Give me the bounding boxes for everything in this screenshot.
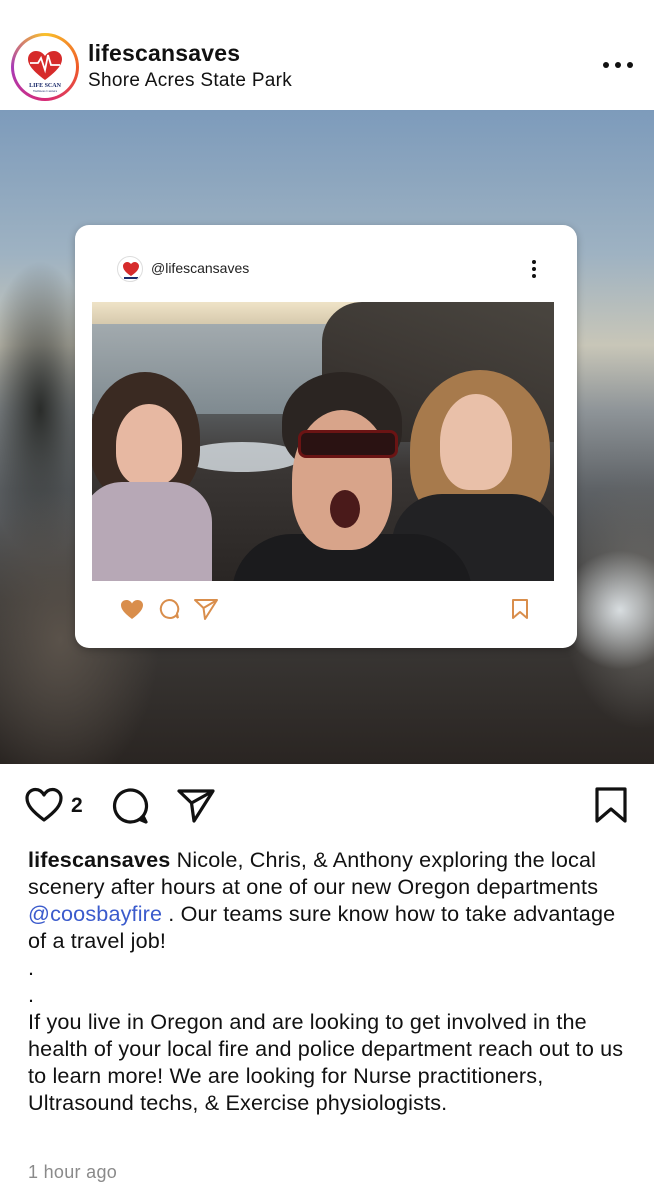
share-icon[interactable] (176, 786, 216, 831)
caption: lifescansaves Nicole, Chris, & Anthony e… (28, 846, 638, 1116)
location-link[interactable]: Shore Acres State Park (88, 70, 292, 92)
like-count[interactable]: 2 (71, 794, 83, 818)
username[interactable]: lifescansaves (88, 40, 240, 67)
card-bookmark-icon (511, 597, 529, 623)
card-more-icon (530, 259, 538, 279)
post-image[interactable]: @lifescansaves (0, 110, 654, 764)
selfie-photo (92, 302, 554, 581)
card-avatar (117, 256, 143, 282)
like-heart-icon[interactable] (24, 786, 64, 829)
card-username: @lifescansaves (151, 260, 250, 276)
post-actions: 2 (0, 764, 654, 844)
mention-link[interactable]: @coosbayfire (28, 901, 162, 926)
story-ring[interactable]: LIFE SCAN Wellness Centers (11, 33, 79, 101)
bookmark-icon[interactable] (594, 786, 628, 829)
caption-username[interactable]: lifescansaves (28, 847, 170, 872)
caption-dot: . (28, 955, 35, 980)
caption-paragraph-2: If you live in Oregon and are looking to… (28, 1009, 624, 1115)
card-comment-icon (157, 597, 181, 623)
svg-text:Wellness Centers: Wellness Centers (33, 89, 58, 93)
comment-icon[interactable] (110, 786, 150, 831)
more-options-icon[interactable] (600, 50, 636, 80)
caption-paragraph: lifescansaves Nicole, Chris, & Anthony e… (28, 846, 638, 954)
card-share-icon (193, 597, 219, 623)
embedded-post-card: @lifescansaves (75, 225, 577, 648)
avatar[interactable]: LIFE SCAN Wellness Centers (18, 40, 72, 94)
post-timestamp[interactable]: 1 hour ago (28, 1162, 117, 1183)
caption-dot: . (28, 982, 35, 1007)
card-heart-icon (119, 597, 145, 623)
post-header: LIFE SCAN Wellness Centers lifescansaves… (0, 0, 654, 110)
